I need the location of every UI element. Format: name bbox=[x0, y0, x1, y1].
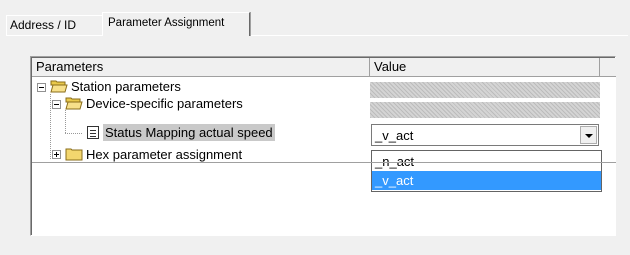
chevron-down-icon[interactable] bbox=[580, 126, 597, 144]
collapse-icon[interactable] bbox=[37, 83, 46, 92]
tab-address-id[interactable]: Address / ID bbox=[6, 15, 102, 36]
column-header-parameters[interactable]: Parameters bbox=[32, 58, 370, 77]
tree-label-device: Device-specific parameters bbox=[86, 96, 243, 111]
expand-icon[interactable] bbox=[52, 150, 61, 159]
value-cell-disabled bbox=[370, 102, 600, 119]
collapse-icon[interactable] bbox=[52, 100, 61, 109]
tree-row-hex[interactable]: Hex parameter assignment bbox=[32, 146, 370, 163]
tree-label-station: Station parameters bbox=[71, 79, 181, 94]
tree-row-station[interactable]: Station parameters bbox=[32, 78, 370, 95]
combobox-value: _v_act bbox=[375, 128, 414, 143]
tree-label-status-mapping: Status Mapping actual speed bbox=[103, 124, 275, 141]
value-combobox[interactable]: _v_act bbox=[371, 124, 599, 146]
value-dropdown-list: _n_act _v_act bbox=[371, 150, 602, 192]
tree-row-status-mapping[interactable]: Status Mapping actual speed bbox=[32, 124, 370, 141]
column-header-value[interactable]: Value bbox=[370, 58, 600, 77]
open-folder-icon bbox=[65, 97, 83, 110]
tree-label-hex: Hex parameter assignment bbox=[86, 147, 243, 162]
value-cell-disabled bbox=[370, 82, 600, 99]
row-divider bbox=[32, 162, 616, 163]
column-header-filler bbox=[600, 58, 616, 77]
open-folder-icon bbox=[50, 80, 68, 93]
parameter-document-icon bbox=[87, 126, 99, 139]
tab-parameter-assignment[interactable]: Parameter Assignment bbox=[102, 12, 250, 36]
tree-row-device[interactable]: Device-specific parameters bbox=[32, 95, 370, 112]
parameter-table: Parameters Value Station parameters Devi… bbox=[30, 56, 616, 236]
dropdown-option-highlighted[interactable]: _v_act bbox=[372, 171, 601, 190]
folder-icon bbox=[65, 148, 83, 161]
